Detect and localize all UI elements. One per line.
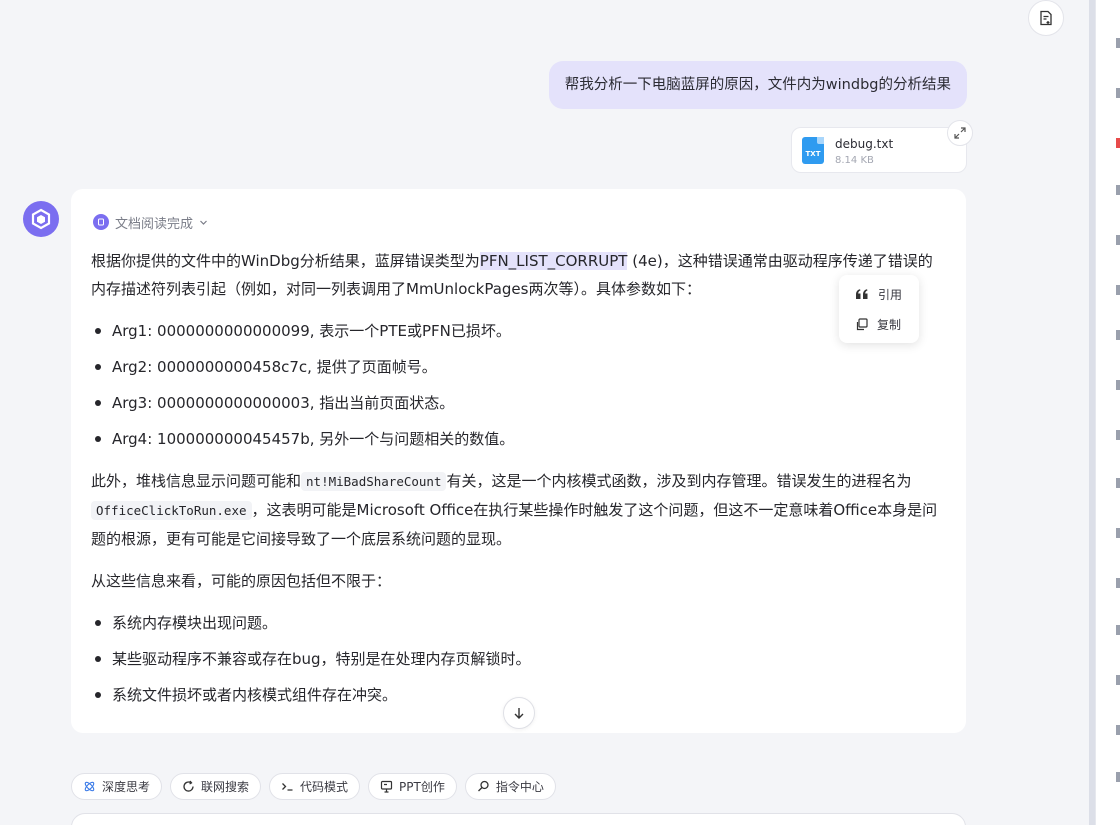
expand-icon — [954, 127, 966, 139]
web-search-button[interactable]: 联网搜索 — [170, 773, 262, 800]
side-panel-marker — [1116, 285, 1120, 295]
answer-text: 根据你提供的文件中的WinDbg分析结果，蓝屏错误类型为 — [91, 252, 480, 270]
document-icon — [1040, 10, 1052, 26]
list-item: Arg1: 0000000000000099, 表示一个PTE或PFN已损坏。 — [91, 313, 947, 349]
answer-paragraph: 根据你提供的文件中的WinDbg分析结果，蓝屏错误类型为PFN_LIST_COR… — [91, 247, 947, 303]
side-panel-marker — [1116, 625, 1120, 635]
assistant-avatar — [23, 201, 59, 237]
side-panel-marker — [1116, 772, 1120, 782]
copy-menu-item[interactable]: 复制 — [855, 314, 901, 334]
side-panel-marker — [1116, 430, 1120, 440]
presentation-icon — [380, 780, 393, 793]
quote-label: 引用 — [878, 287, 903, 302]
user-message-bubble: 帮我分析一下电脑蓝屏的原因，文件内为windbg的分析结果 — [548, 61, 967, 109]
inline-code: nt!MiBadShareCount — [301, 472, 447, 491]
list-item: Arg4: 100000000045457b, 另外一个与问题相关的数值。 — [91, 421, 947, 457]
side-panel-marker — [1116, 725, 1120, 735]
side-panel-marker — [1116, 380, 1120, 390]
file-size: 8.14 KB — [835, 155, 874, 166]
doc-status-icon — [93, 214, 109, 230]
side-panel-marker — [1116, 185, 1120, 195]
side-panel — [1095, 0, 1120, 825]
code-mode-button[interactable]: 代码模式 — [269, 773, 361, 800]
side-panel-marker — [1116, 528, 1120, 538]
ppt-label: PPT创作 — [399, 780, 445, 794]
answer-paragraph: 此外，堆栈信息显示问题可能和 nt!MiBadShareCount 有关，这是一个内… — [91, 467, 947, 553]
scroll-to-bottom-button[interactable] — [503, 697, 535, 729]
message-input[interactable] — [71, 813, 966, 825]
web-search-label: 联网搜索 — [201, 780, 250, 794]
code-mode-label: 代码模式 — [300, 780, 349, 794]
chevron-down-icon — [200, 220, 207, 225]
quote-icon — [856, 289, 868, 299]
side-panel-marker — [1116, 235, 1120, 245]
deep-think-button[interactable]: 深度思考 — [71, 773, 163, 800]
selection-context-menu: 引用 复制 — [839, 275, 919, 343]
list-item: Arg3: 0000000000000003, 指出当前页面状态。 — [91, 385, 947, 421]
side-panel-marker — [1116, 675, 1120, 685]
copy-label: 复制 — [877, 317, 902, 332]
answer-text: 有关，这是一个内核模式函数，涉及到内存管理。错误发生的进程名为 — [446, 472, 912, 490]
side-panel-marker — [1116, 88, 1120, 98]
list-item: 某些驱动程序不兼容或存在bug，特别是在处理内存页解锁时。 — [91, 641, 947, 677]
assistant-answer-card: 文档阅读完成 根据你提供的文件中的WinDbg分析结果，蓝屏错误类型为PFN_L… — [71, 189, 966, 733]
assistant-logo-icon — [31, 208, 51, 230]
composer-toolbar: 深度思考 联网搜索 代码模式 PPT创作 指令中心 — [71, 773, 556, 800]
side-panel-marker — [1116, 38, 1120, 48]
arrow-down-icon — [514, 708, 524, 719]
doc-read-status[interactable]: 文档阅读完成 — [93, 213, 208, 232]
list-item: 系统内存模块出现问题。 — [91, 605, 947, 641]
side-panel-marker — [1116, 578, 1120, 588]
inline-code: OfficeClickToRun.exe — [91, 501, 252, 520]
copy-icon — [856, 317, 868, 330]
txt-file-icon: TXT — [802, 137, 824, 164]
side-panel-marker — [1116, 478, 1120, 488]
deep-think-label: 深度思考 — [102, 780, 151, 794]
attached-file-card[interactable]: TXT debug.txt 8.14 KB — [791, 127, 967, 173]
answer-body: 根据你提供的文件中的WinDbg分析结果，蓝屏错误类型为PFN_LIST_COR… — [91, 247, 947, 713]
ppt-create-button[interactable]: PPT创作 — [368, 773, 457, 800]
expand-file-button[interactable] — [947, 120, 973, 146]
file-name: debug.txt — [835, 137, 894, 151]
doc-status-label: 文档阅读完成 — [115, 216, 194, 232]
side-panel-marker — [1116, 330, 1120, 340]
atom-icon — [84, 781, 95, 792]
command-center-label: 指令中心 — [495, 780, 544, 794]
answer-text: 此外，堆栈信息显示问题可能和 — [91, 472, 302, 490]
answer-paragraph: 从这些信息来看，可能的原因包括但不限于： — [91, 572, 392, 590]
quote-menu-item[interactable]: 引用 — [855, 284, 902, 304]
list-item: Arg2: 0000000000458c7c, 提供了页面帧号。 — [91, 349, 947, 385]
side-panel-marker — [1116, 138, 1120, 148]
highlighted-error-type: PFN_LIST_CORRUPT — [479, 252, 628, 270]
terminal-icon — [282, 783, 293, 791]
refresh-search-icon — [183, 780, 194, 792]
args-list: Arg1: 0000000000000099, 表示一个PTE或PFN已损坏。 … — [91, 313, 947, 457]
document-panel-button[interactable] — [1028, 0, 1064, 36]
command-center-button[interactable]: 指令中心 — [464, 773, 556, 800]
command-search-icon — [477, 780, 489, 792]
